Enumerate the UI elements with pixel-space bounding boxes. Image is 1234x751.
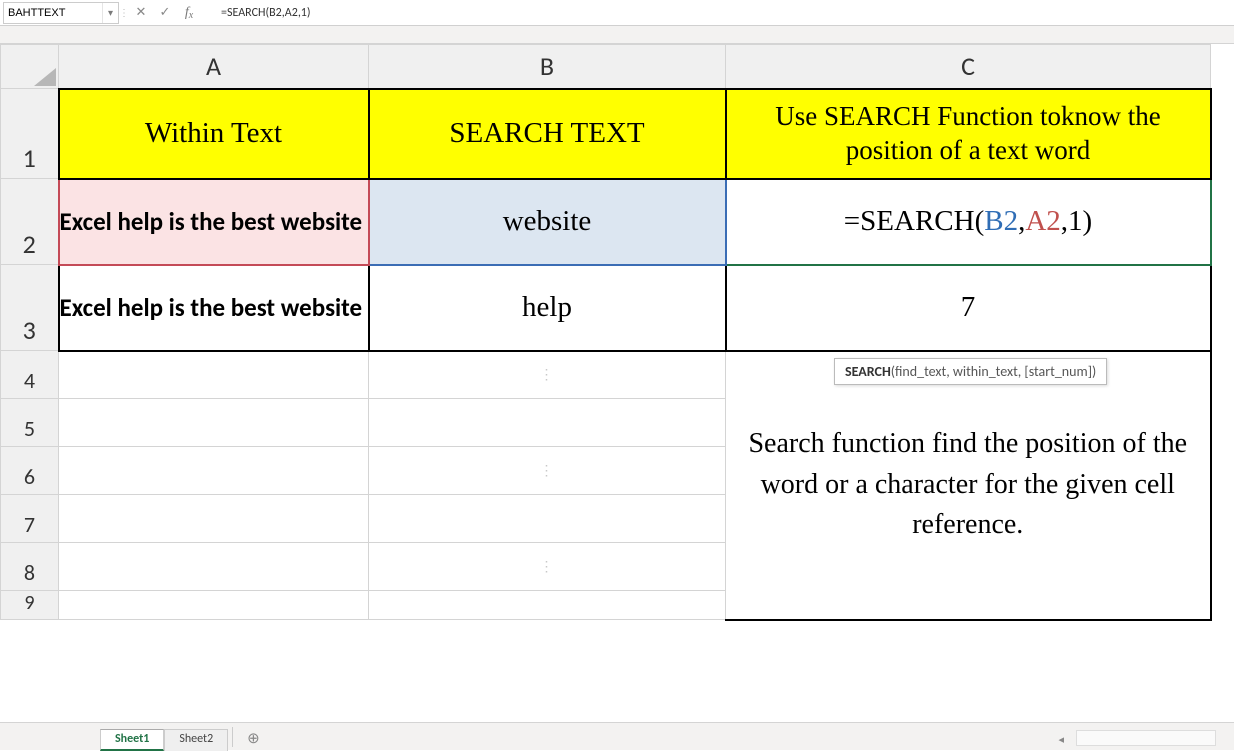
- col-header-B[interactable]: B: [369, 45, 726, 89]
- tab-divider: [232, 727, 233, 747]
- horizontal-scrollbar[interactable]: [1076, 730, 1216, 746]
- cell-B7[interactable]: [369, 495, 726, 543]
- cell-B8[interactable]: ⋮: [369, 543, 726, 591]
- formula-input[interactable]: =SEARCH(B2,A2,1): [215, 2, 1234, 24]
- row-header-3[interactable]: 3: [1, 265, 59, 351]
- cell-A7[interactable]: [59, 495, 369, 543]
- cell-B3[interactable]: help: [369, 265, 726, 351]
- fx-icon[interactable]: fx: [177, 2, 201, 24]
- row-header-1[interactable]: 1: [1, 89, 59, 179]
- col-header-A[interactable]: A: [59, 45, 369, 89]
- cell-A9[interactable]: [59, 591, 369, 620]
- cell-C3[interactable]: 7: [726, 265, 1211, 351]
- tab-sheet1[interactable]: Sheet1: [100, 729, 164, 751]
- enter-icon[interactable]: ✓: [153, 2, 177, 24]
- cell-C2[interactable]: =SEARCH(B2,A2,1): [726, 179, 1211, 265]
- row-header-5[interactable]: 5: [1, 399, 59, 447]
- add-sheet-icon[interactable]: ⊕: [237, 729, 270, 751]
- cell-A6[interactable]: [59, 447, 369, 495]
- tooltip-fn-name: SEARCH: [845, 363, 891, 380]
- cell-A4[interactable]: [59, 351, 369, 399]
- ref-A2: A2: [1025, 205, 1060, 237]
- cell-A2[interactable]: Excel help is the best website: [59, 179, 369, 265]
- cell-A5[interactable]: [59, 399, 369, 447]
- row-header-8[interactable]: 8: [1, 543, 59, 591]
- worksheet-grid[interactable]: A B C 1 Within Text SEARCH TEXT Use SEAR…: [0, 44, 1234, 621]
- cell-B4[interactable]: ⋮: [369, 351, 726, 399]
- row-header-6[interactable]: 6: [1, 447, 59, 495]
- cell-C-description[interactable]: Search function find the position of the…: [726, 351, 1211, 620]
- formula-tooltip: SEARCH(find_text, within_text, [start_nu…: [834, 358, 1107, 385]
- cell-C1[interactable]: Use SEARCH Function toknow the position …: [726, 89, 1211, 179]
- ref-B2: B2: [984, 205, 1018, 237]
- cancel-icon[interactable]: ✕: [129, 2, 153, 24]
- select-all-triangle[interactable]: [1, 45, 59, 89]
- row-header-9[interactable]: 9: [1, 591, 59, 620]
- cell-A8[interactable]: [59, 543, 369, 591]
- ribbon-gap: [0, 26, 1234, 44]
- cell-A3[interactable]: Excel help is the best website: [59, 265, 369, 351]
- cell-B6[interactable]: ⋮: [369, 447, 726, 495]
- row-header-7[interactable]: 7: [1, 495, 59, 543]
- cell-C3-value: 7: [727, 291, 1210, 324]
- divider: [203, 2, 209, 24]
- cell-B2[interactable]: website: [369, 179, 726, 265]
- row-header-2[interactable]: 2: [1, 179, 59, 265]
- formula-bar: ▾ ⋮ ✕ ✓ fx =SEARCH(B2,A2,1): [0, 0, 1234, 26]
- cell-B9[interactable]: [369, 591, 726, 620]
- name-box-wrap: ▾: [3, 2, 119, 24]
- name-box[interactable]: [4, 3, 102, 23]
- cell-A1[interactable]: Within Text: [59, 89, 369, 179]
- scroll-left-icon[interactable]: ◂: [1058, 733, 1064, 746]
- divider: ⋮: [121, 2, 127, 24]
- row-header-4[interactable]: 4: [1, 351, 59, 399]
- tooltip-args: (find_text, within_text, [start_num]): [891, 363, 1096, 380]
- cell-B5[interactable]: [369, 399, 726, 447]
- sheet-tab-strip: Sheet1 Sheet2 ⊕ ◂: [0, 722, 1234, 750]
- name-box-dropdown-icon[interactable]: ▾: [102, 3, 118, 23]
- cell-B1[interactable]: SEARCH TEXT: [369, 89, 726, 179]
- tab-sheet2[interactable]: Sheet2: [164, 729, 228, 751]
- col-header-C[interactable]: C: [726, 45, 1211, 89]
- cell-C2-formula: =SEARCH(B2,A2,1): [844, 205, 1092, 237]
